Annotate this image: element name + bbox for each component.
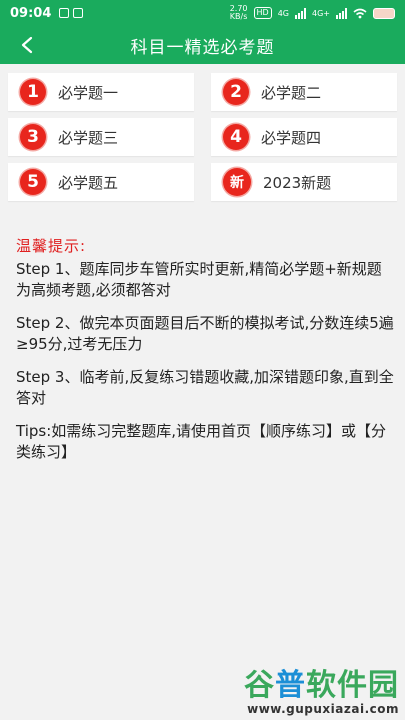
page-title: 科目一精选必考题 bbox=[130, 37, 275, 58]
card-label: 必学题五 bbox=[58, 173, 119, 192]
nav-bar: 科目一精选必考题 bbox=[0, 26, 405, 64]
network2-label: 4G+ bbox=[312, 8, 330, 18]
battery-icon bbox=[373, 7, 395, 19]
status-right: 2.70 KB/s HD 4G 4G+ bbox=[230, 5, 395, 21]
badge-3: 3 bbox=[20, 124, 46, 150]
badge-4: 4 bbox=[223, 124, 249, 150]
app-notification-icon bbox=[73, 8, 84, 18]
chevron-left-icon bbox=[21, 36, 33, 54]
alarm-icon bbox=[59, 8, 70, 18]
card-label: 必学题一 bbox=[58, 83, 119, 102]
badge-2: 2 bbox=[223, 79, 249, 105]
watermark: 谷 普 软件园 www.gupuxiazai.com bbox=[215, 650, 405, 720]
card-label: 必学题二 bbox=[261, 83, 322, 102]
watermark-url: www.gupuxiazai.com bbox=[247, 702, 399, 716]
card-label: 2023新题 bbox=[263, 173, 332, 192]
status-time: 09:04 bbox=[10, 5, 52, 21]
status-bar: 09:04 2.70 KB/s HD 4G 4G+ bbox=[0, 0, 405, 26]
tips-heading: 温馨提示: bbox=[16, 237, 87, 255]
signal2-icon bbox=[336, 7, 347, 19]
card-label: 必学题三 bbox=[58, 128, 119, 147]
network-label: 4G bbox=[277, 8, 289, 18]
watermark-part1: 谷 bbox=[244, 668, 275, 703]
watermark-part2: 普 bbox=[275, 668, 306, 703]
tips-section: 温馨提示: Step 1、题库同步车管所实时更新,精简必学题+新规题为高频考题,… bbox=[16, 236, 394, 475]
card-new-2023[interactable]: 新 2023新题 bbox=[211, 163, 397, 201]
notification-icons bbox=[59, 8, 84, 18]
card-set-1[interactable]: 1 必学题一 bbox=[8, 73, 194, 111]
wifi-icon bbox=[353, 8, 367, 18]
hd-badge: HD bbox=[253, 7, 272, 19]
badge-1: 1 bbox=[20, 79, 46, 105]
card-set-4[interactable]: 4 必学题四 bbox=[211, 118, 397, 156]
watermark-logo: 谷 普 软件园 bbox=[244, 660, 399, 704]
tip-step-3: Step 3、临考前,反复练习错题收藏,加深错题印象,直到全答对 bbox=[16, 368, 394, 407]
tip-step-2: Step 2、做完本页面题目后不断的模拟考试,分数连续5遍≥95分,过考无压力 bbox=[16, 314, 394, 353]
back-button[interactable] bbox=[12, 30, 42, 60]
tip-extra: Tips:如需练习完整题库,请使用首页【顺序练习】或【分类练习】 bbox=[16, 422, 387, 461]
card-set-5[interactable]: 5 必学题五 bbox=[8, 163, 194, 201]
watermark-part3: 软件园 bbox=[306, 668, 399, 703]
badge-5: 5 bbox=[20, 169, 46, 195]
card-label: 必学题四 bbox=[261, 128, 322, 147]
tip-step-1: Step 1、题库同步车管所实时更新,精简必学题+新规题为高频考题,必须都答对 bbox=[16, 260, 382, 299]
new-badge: 新 bbox=[223, 168, 251, 196]
signal-icon bbox=[295, 7, 306, 19]
network-speed: 2.70 KB/s bbox=[230, 5, 248, 21]
speed-unit: KB/s bbox=[229, 12, 248, 21]
card-set-3[interactable]: 3 必学题三 bbox=[8, 118, 194, 156]
card-set-2[interactable]: 2 必学题二 bbox=[211, 73, 397, 111]
